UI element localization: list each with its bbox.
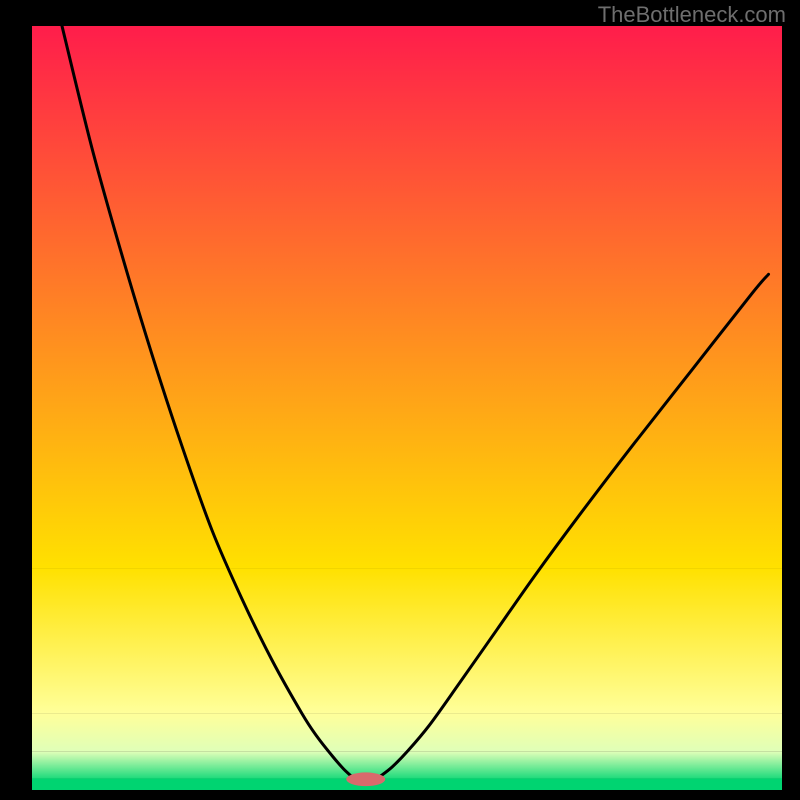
gradient-band: [32, 714, 782, 752]
gradient-chart: [0, 0, 800, 800]
dip-marker: [346, 772, 385, 786]
gradient-band: [32, 568, 782, 713]
gradient-band: [32, 779, 782, 790]
chart-frame: TheBottleneck.com: [0, 0, 800, 800]
gradient-band: [32, 752, 782, 779]
gradient-band: [32, 26, 782, 568]
watermark-text: TheBottleneck.com: [598, 2, 786, 28]
